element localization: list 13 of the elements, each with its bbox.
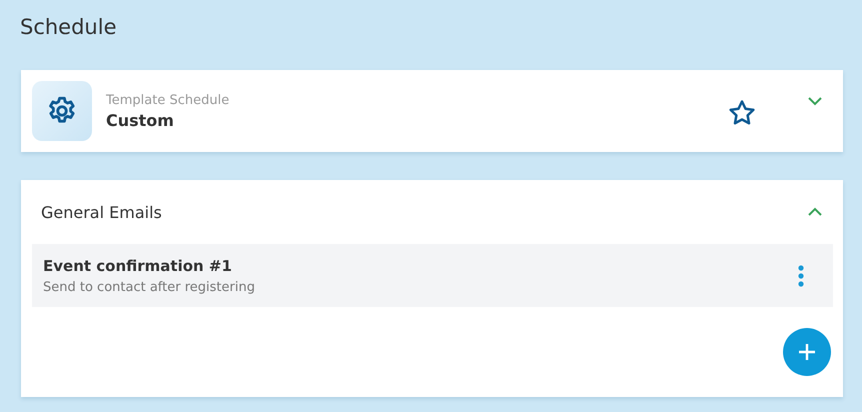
add-button[interactable] xyxy=(783,328,831,376)
template-label: Template Schedule xyxy=(106,92,230,108)
gear-icon xyxy=(32,81,92,141)
email-title: Event confirmation #1 xyxy=(43,256,233,274)
email-item[interactable]: Event confirmation #1 Send to contact after registering xyxy=(32,244,833,307)
chevron-down-icon[interactable] xyxy=(807,96,823,106)
chevron-up-icon[interactable] xyxy=(807,207,823,217)
section-title: General Emails xyxy=(41,202,162,222)
plus-icon xyxy=(797,342,817,362)
template-value: Custom xyxy=(106,110,175,130)
page-title: Schedule xyxy=(20,14,118,41)
email-subtitle: Send to contact after registering xyxy=(43,280,255,294)
more-icon[interactable] xyxy=(798,264,804,286)
